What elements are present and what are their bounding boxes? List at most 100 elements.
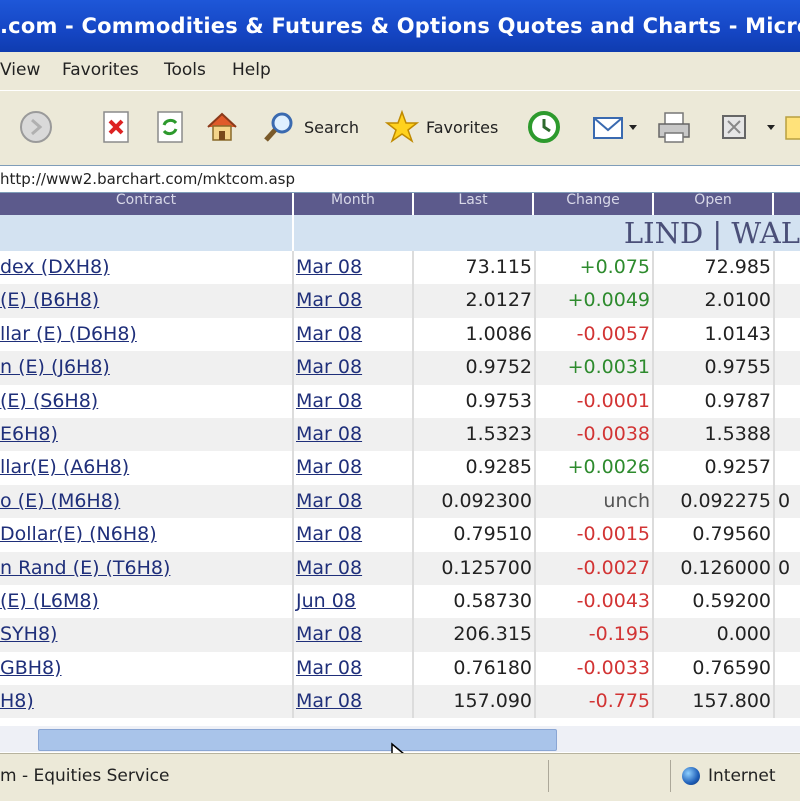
price-change: -0.0027: [576, 556, 650, 579]
table-row: (E) (S6H8) Mar 08 0.9753 -0.0001 0.9787: [0, 384, 800, 418]
column-divider: [292, 551, 294, 585]
address-input[interactable]: http://www2.barchart.com/mktcom.asp: [0, 165, 800, 193]
discuss-button[interactable]: [784, 105, 800, 149]
column-divider: [773, 484, 775, 519]
month-link[interactable]: Mar 08: [296, 518, 411, 551]
contract-link[interactable]: (E) (S6H8): [0, 385, 292, 418]
printer-icon: [658, 112, 690, 143]
stop-icon: [103, 111, 129, 143]
edit-button[interactable]: [716, 105, 752, 149]
column-divider: [292, 618, 294, 652]
contract-link[interactable]: Dollar(E) (N6H8): [0, 518, 292, 551]
chevron-down-icon: [629, 125, 637, 130]
month-link[interactable]: Mar 08: [296, 485, 411, 518]
column-divider: [773, 551, 775, 585]
scrollbar-thumb[interactable]: [38, 729, 557, 751]
forward-button[interactable]: [18, 105, 54, 149]
month-link[interactable]: Mar 08: [296, 385, 411, 418]
mail-button[interactable]: [590, 105, 626, 149]
history-button[interactable]: [526, 105, 562, 149]
column-divider: [292, 518, 294, 552]
search-button[interactable]: Search: [262, 105, 359, 149]
contract-link[interactable]: llar(E) (A6H8): [0, 451, 292, 484]
open-price: 0.79560: [692, 523, 771, 546]
column-divider: [292, 685, 294, 719]
contract-link[interactable]: H8): [0, 685, 292, 718]
edit-dropdown[interactable]: [766, 105, 776, 149]
contract-link[interactable]: GBH8): [0, 652, 292, 685]
banner-divider: [292, 215, 294, 251]
menu-view[interactable]: View: [0, 60, 40, 80]
table-row: GBH8) Mar 08 0.76180 -0.0033 0.76590: [0, 651, 800, 686]
contract-link[interactable]: (E) (L6M8): [0, 585, 292, 618]
month-link[interactable]: Mar 08: [296, 552, 411, 585]
favorites-label: Favorites: [426, 117, 499, 137]
open-price: 0.9755: [704, 356, 771, 379]
month-link[interactable]: Mar 08: [296, 351, 411, 384]
open-price: 0.9787: [704, 389, 771, 412]
mail-dropdown[interactable]: [628, 105, 638, 149]
month-link[interactable]: Mar 08: [296, 418, 411, 451]
column-header-contract[interactable]: Contract: [0, 193, 294, 215]
price-change: +0.075: [579, 256, 650, 278]
column-divider: [773, 351, 775, 385]
column-divider: [292, 451, 294, 485]
forward-icon: [20, 111, 52, 143]
contract-link[interactable]: dex (DXH8): [0, 251, 292, 284]
price-change: +0.0049: [567, 289, 650, 312]
open-price: 157.800: [692, 690, 771, 713]
price-change: -0.0015: [576, 523, 650, 546]
contract-link[interactable]: (E) (B6H8): [0, 284, 292, 317]
month-link[interactable]: Mar 08: [296, 618, 411, 651]
note-icon: [785, 116, 800, 140]
status-divider: [548, 760, 549, 792]
column-header-last[interactable]: Last: [414, 193, 534, 215]
column-header-change[interactable]: Change: [534, 193, 654, 215]
advertisement-banner[interactable]: LIND | WAL: [0, 215, 800, 251]
open-price: 1.5388: [704, 422, 771, 445]
banner-text: LIND | WAL: [623, 216, 800, 250]
window-title: .com - Commodities & Futures & Options Q…: [0, 14, 800, 38]
refresh-button[interactable]: [152, 105, 188, 149]
contract-link[interactable]: E6H8): [0, 418, 292, 451]
column-header-month[interactable]: Month: [294, 193, 414, 215]
contract-link[interactable]: n (E) (J6H8): [0, 351, 292, 384]
stop-button[interactable]: [98, 105, 134, 149]
home-button[interactable]: [204, 105, 240, 149]
menu-favorites[interactable]: Favorites: [62, 60, 139, 80]
column-divider: [773, 317, 775, 352]
last-price: 0.9753: [465, 389, 532, 412]
status-divider: [670, 760, 671, 792]
month-link[interactable]: Mar 08: [296, 652, 411, 685]
month-link[interactable]: Mar 08: [296, 451, 411, 484]
contract-link[interactable]: n Rand (E) (T6H8): [0, 552, 292, 585]
contract-link[interactable]: llar (E) (D6H8): [0, 318, 292, 351]
month-link[interactable]: Mar 08: [296, 251, 411, 284]
print-button[interactable]: [656, 105, 692, 149]
price-change: -0.0033: [576, 656, 650, 679]
month-link[interactable]: Mar 08: [296, 284, 411, 317]
status-text: m - Equities Service: [0, 766, 170, 786]
open-price: 2.0100: [704, 289, 771, 312]
home-icon: [207, 112, 237, 141]
menu-help[interactable]: Help: [232, 60, 271, 80]
zone-label: Internet: [708, 766, 776, 786]
contract-link[interactable]: o (E) (M6H8): [0, 485, 292, 518]
contract-link[interactable]: SYH8): [0, 618, 292, 651]
last-price: 1.0086: [465, 322, 532, 345]
last-price: 206.315: [453, 623, 532, 646]
table-row: n (E) (J6H8) Mar 08 0.9752 +0.0031 0.9755: [0, 351, 800, 385]
toolbar: Search Favorites: [0, 90, 800, 164]
edit-icon: [722, 115, 746, 139]
last-price: 73.115: [465, 256, 532, 278]
page-content: Contract Month Last Change Open LIND | W…: [0, 193, 800, 753]
month-link[interactable]: Mar 08: [296, 318, 411, 351]
history-icon: [528, 111, 560, 143]
open-price: 0.59200: [692, 589, 771, 612]
month-link[interactable]: Jun 08: [296, 585, 411, 618]
table-row: o (E) (M6H8) Mar 08 0.092300 unch 0.092275 0: [0, 484, 800, 519]
menu-tools[interactable]: Tools: [164, 60, 206, 80]
column-header-open[interactable]: Open: [654, 193, 774, 215]
month-link[interactable]: Mar 08: [296, 685, 411, 718]
favorites-button[interactable]: Favorites: [384, 105, 498, 149]
